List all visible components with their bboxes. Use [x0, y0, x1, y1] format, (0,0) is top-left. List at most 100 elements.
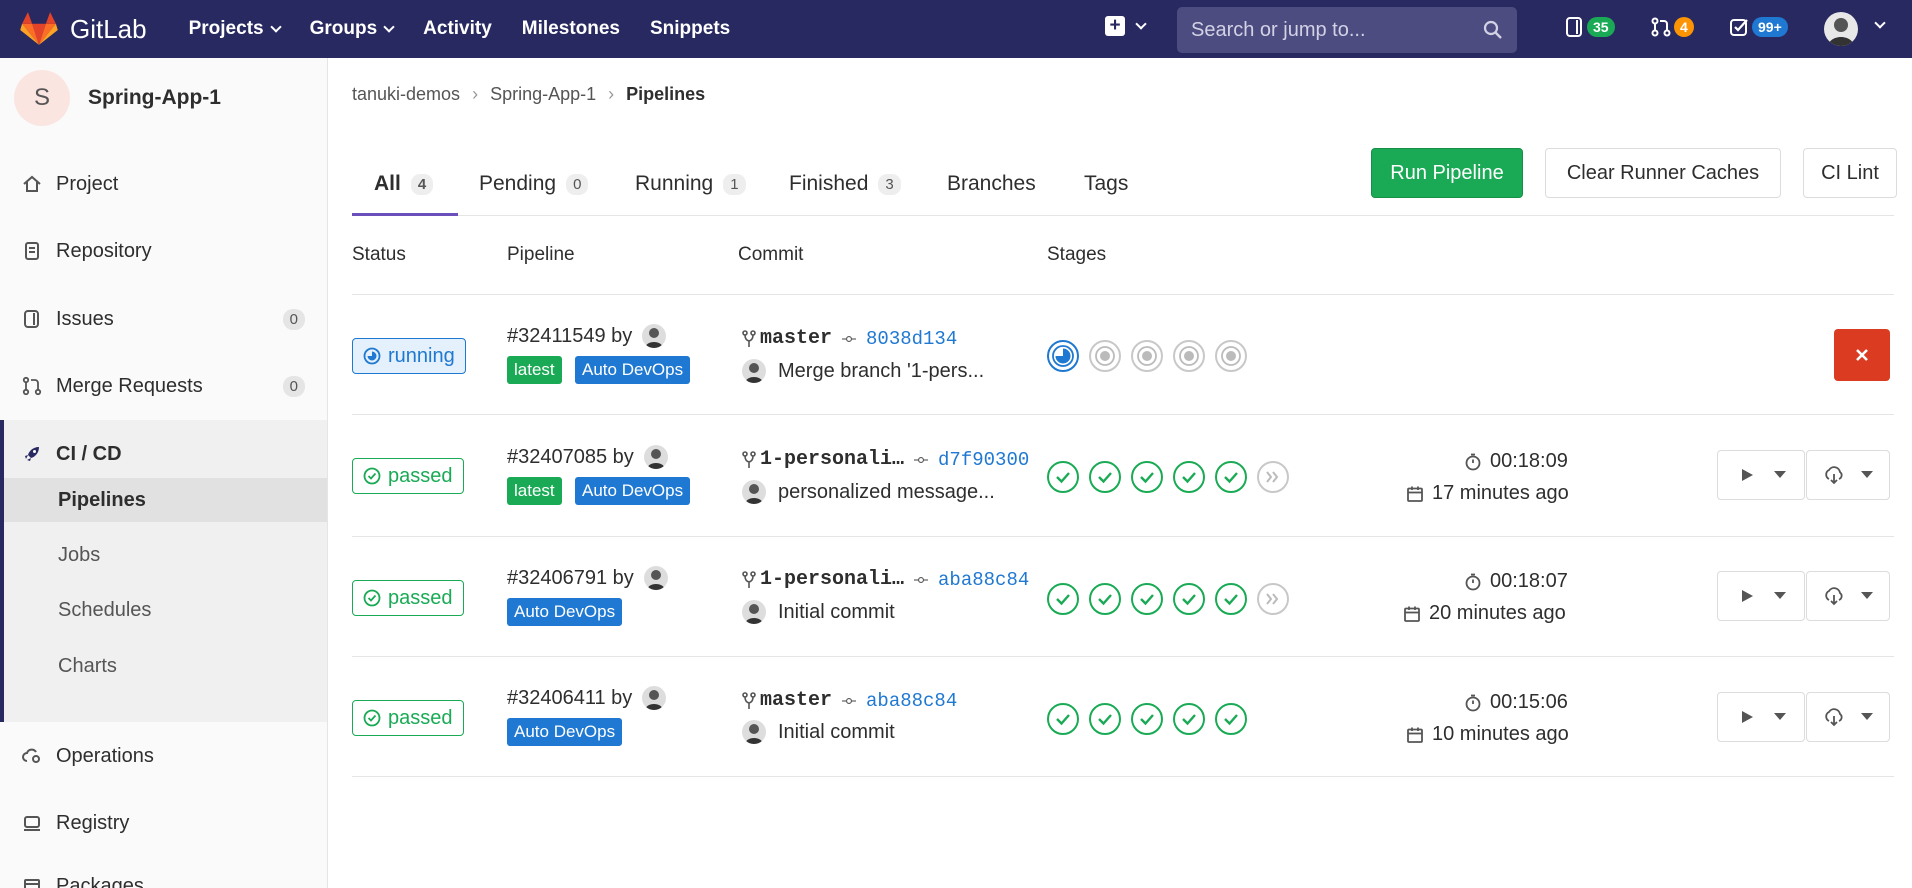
tab-all[interactable]: All 4 [374, 164, 434, 204]
nav-milestones[interactable]: Milestones [522, 18, 620, 40]
stage-created-icon[interactable] [1214, 339, 1248, 373]
tab-branches[interactable]: Branches [947, 164, 1036, 204]
tab-tags[interactable]: Tags [1084, 164, 1128, 204]
pipeline-id-link[interactable]: #32411549 by [507, 324, 667, 348]
stage-skipped-icon[interactable] [1256, 460, 1290, 494]
user-avatar[interactable] [643, 566, 668, 590]
branch-name[interactable]: master [760, 327, 832, 350]
commit-message[interactable]: Initial commit [742, 720, 895, 744]
commit-icon [914, 456, 929, 463]
stage-passed-icon[interactable] [1088, 460, 1122, 494]
commit-message[interactable]: Initial commit [742, 600, 895, 624]
commit-sha-link[interactable]: aba88c84 [866, 690, 957, 712]
sidebar-subitem-jobs[interactable]: Jobs [4, 533, 327, 577]
nav-activity[interactable]: Activity [423, 18, 492, 40]
chevron-down-icon [1135, 17, 1147, 30]
stage-created-icon[interactable] [1088, 339, 1122, 373]
pipeline-id-link[interactable]: #32406411 by [507, 686, 667, 710]
sidebar-subitem-charts[interactable]: Charts [4, 644, 327, 688]
merge-requests-counter[interactable]: 4 [1650, 16, 1694, 38]
sidebar-item-packages[interactable]: Packages [0, 864, 327, 888]
nav-snippets[interactable]: Snippets [650, 18, 730, 40]
sidebar-item-issues[interactable]: Issues 0 [0, 297, 327, 341]
status-badge[interactable]: passed [352, 458, 464, 494]
tab-finished[interactable]: Finished 3 [789, 164, 901, 204]
sidebar-subitem-pipelines[interactable]: Pipelines [4, 478, 327, 522]
user-avatar[interactable] [642, 686, 667, 710]
search-box[interactable] [1177, 7, 1517, 53]
play-manual-dropdown[interactable] [1717, 450, 1805, 500]
pipeline-id-link[interactable]: #32407085 by [507, 445, 668, 469]
stage-passed-icon[interactable] [1088, 702, 1122, 736]
artifacts-download-dropdown[interactable] [1806, 571, 1890, 621]
breadcrumb-project[interactable]: Spring-App-1 [490, 84, 596, 105]
status-badge[interactable]: passed [352, 580, 464, 616]
sidebar-item-operations[interactable]: Operations [0, 734, 327, 778]
branch-name[interactable]: master [760, 689, 832, 712]
run-pipeline-button[interactable]: Run Pipeline [1371, 148, 1523, 198]
stage-created-icon[interactable] [1172, 339, 1206, 373]
ci-lint-button[interactable]: CI Lint [1803, 148, 1897, 198]
sidebar-item-cicd[interactable]: CI / CD [4, 432, 327, 476]
stage-passed-icon[interactable] [1046, 460, 1080, 494]
commit-message[interactable]: personalized message... [742, 480, 995, 504]
sidebar-item-merge-requests[interactable]: Merge Requests 0 [0, 364, 327, 408]
breadcrumb-group[interactable]: tanuki-demos [352, 84, 460, 105]
status-badge[interactable]: running [352, 338, 466, 374]
clear-runner-caches-button[interactable]: Clear Runner Caches [1545, 148, 1781, 198]
stage-passed-icon[interactable] [1214, 582, 1248, 616]
stage-passed-icon[interactable] [1088, 582, 1122, 616]
stage-passed-icon[interactable] [1046, 582, 1080, 616]
sidebar-item-registry[interactable]: Registry [0, 801, 327, 845]
stage-passed-icon[interactable] [1172, 702, 1206, 736]
user-avatar[interactable] [643, 445, 668, 469]
nav-groups[interactable]: Groups [310, 18, 395, 40]
user-avatar[interactable] [742, 720, 766, 744]
branch-name[interactable]: 1-personali… [760, 448, 904, 471]
sidebar-item-repository[interactable]: Repository [0, 229, 327, 273]
stage-passed-icon[interactable] [1130, 582, 1164, 616]
play-manual-dropdown[interactable] [1717, 571, 1805, 621]
stage-passed-icon[interactable] [1214, 460, 1248, 494]
stage-passed-icon[interactable] [1214, 702, 1248, 736]
breadcrumb-current[interactable]: Pipelines [626, 84, 705, 105]
user-avatar[interactable] [742, 359, 766, 383]
cancel-pipeline-button[interactable] [1834, 329, 1890, 381]
gitlab-logo[interactable]: GitLab [20, 12, 147, 46]
user-avatar[interactable] [642, 324, 667, 348]
todos-counter[interactable]: 99+ [1728, 16, 1788, 38]
stage-skipped-icon[interactable] [1256, 582, 1290, 616]
stage-passed-icon[interactable] [1130, 702, 1164, 736]
search-input[interactable] [1191, 18, 1471, 42]
user-avatar[interactable] [1824, 12, 1858, 46]
pipeline-id-link[interactable]: #32406791 by [507, 566, 668, 590]
stage-passed-icon[interactable] [1172, 460, 1206, 494]
issues-counter[interactable]: 35 [1563, 16, 1615, 38]
user-avatar[interactable] [742, 480, 766, 504]
play-manual-dropdown[interactable] [1717, 692, 1805, 742]
stage-passed-icon[interactable] [1130, 460, 1164, 494]
cicd-section: CI / CD Pipelines Jobs Schedules Charts [0, 420, 327, 722]
chevron-down-icon[interactable] [1874, 17, 1886, 29]
status-badge[interactable]: passed [352, 700, 464, 736]
user-avatar[interactable] [742, 600, 766, 624]
new-dropdown-button[interactable]: + [1105, 16, 1147, 36]
stage-running-icon[interactable] [1046, 339, 1080, 373]
sidebar-project-header[interactable]: S Spring-App-1 [14, 70, 221, 126]
commit-message[interactable]: Merge branch '1-pers... [742, 359, 984, 383]
commit-sha-link[interactable]: 8038d134 [866, 328, 957, 350]
tab-pending[interactable]: Pending 0 [479, 164, 589, 204]
stage-passed-icon[interactable] [1046, 702, 1080, 736]
stage-created-icon[interactable] [1130, 339, 1164, 373]
nav-projects[interactable]: Projects [189, 18, 282, 40]
artifacts-download-dropdown[interactable] [1806, 692, 1890, 742]
branch-icon [742, 691, 756, 709]
stage-passed-icon[interactable] [1172, 582, 1206, 616]
sidebar-subitem-schedules[interactable]: Schedules [4, 588, 327, 632]
commit-sha-link[interactable]: aba88c84 [938, 569, 1029, 591]
artifacts-download-dropdown[interactable] [1806, 450, 1890, 500]
branch-name[interactable]: 1-personali… [760, 568, 904, 591]
commit-sha-link[interactable]: d7f90300 [938, 449, 1029, 471]
tab-running[interactable]: Running 1 [635, 164, 746, 204]
sidebar-item-project[interactable]: Project [0, 162, 327, 206]
